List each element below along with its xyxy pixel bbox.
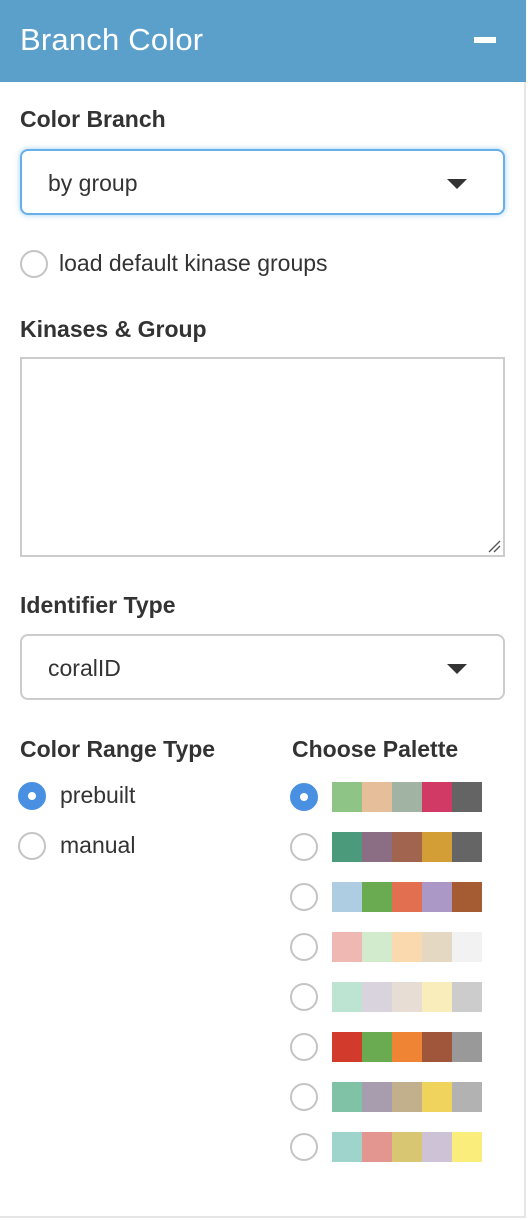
- palette-swatch: [422, 832, 452, 862]
- palette-swatch: [332, 982, 362, 1012]
- palette-swatch: [332, 882, 362, 912]
- palette-swatches-1[interactable]: [332, 782, 482, 812]
- palette-swatch: [392, 1032, 422, 1062]
- resize-grip-icon[interactable]: [487, 539, 501, 553]
- identifier-type-select[interactable]: coralID: [20, 634, 505, 700]
- color-branch-select[interactable]: by group: [20, 149, 505, 215]
- palette-swatch: [362, 982, 392, 1012]
- palette-swatches-7[interactable]: [332, 1082, 482, 1112]
- palette-swatch: [332, 782, 362, 812]
- palette-swatch: [392, 982, 422, 1012]
- palette-swatches-3[interactable]: [332, 882, 482, 912]
- palette-swatch: [362, 832, 392, 862]
- palette-swatch: [452, 932, 482, 962]
- palette-swatches-4[interactable]: [332, 932, 482, 962]
- palette-swatch: [452, 782, 482, 812]
- palette-swatch: [332, 1032, 362, 1062]
- identifier-type-value: coralID: [48, 655, 121, 681]
- palette-swatch: [422, 982, 452, 1012]
- palette-swatch: [332, 832, 362, 862]
- palette-swatch: [362, 882, 392, 912]
- panel-header: Branch Color: [0, 0, 526, 82]
- palette-swatches-6[interactable]: [332, 1032, 482, 1062]
- palette-swatch: [392, 882, 422, 912]
- palette-swatches-5[interactable]: [332, 982, 482, 1012]
- branch-color-panel: Branch Color Color Branch by group load …: [0, 0, 526, 1218]
- palette-swatch: [392, 832, 422, 862]
- palette-swatch: [392, 1132, 422, 1162]
- palette-swatch: [452, 1032, 482, 1062]
- manual-radio[interactable]: [18, 832, 46, 860]
- palette-radio-8[interactable]: [290, 1133, 318, 1161]
- palette-swatch: [362, 1082, 392, 1112]
- palette-swatch: [422, 1132, 452, 1162]
- color-range-type-label: Color Range Type: [20, 736, 216, 762]
- palette-swatch: [332, 932, 362, 962]
- color-branch-value: by group: [48, 170, 138, 196]
- palette-swatches-2[interactable]: [332, 832, 482, 862]
- palette-radio-1[interactable]: [290, 783, 318, 811]
- palette-swatch: [362, 782, 392, 812]
- choose-palette-label: Choose Palette: [292, 736, 459, 762]
- palette-swatch: [392, 932, 422, 962]
- prebuilt-label: prebuilt: [60, 782, 136, 808]
- palette-swatch: [452, 982, 482, 1012]
- minus-icon[interactable]: [474, 37, 496, 43]
- palette-swatches-8[interactable]: [332, 1132, 482, 1162]
- palette-swatch: [332, 1132, 362, 1162]
- prebuilt-radio[interactable]: [18, 782, 46, 810]
- caret-down-icon: [447, 179, 467, 189]
- palette-swatch: [422, 882, 452, 912]
- palette-swatch: [422, 1032, 452, 1062]
- palette-radio-6[interactable]: [290, 1033, 318, 1061]
- palette-swatch: [452, 1082, 482, 1112]
- palette-radio-7[interactable]: [290, 1083, 318, 1111]
- palette-swatch: [392, 782, 422, 812]
- kinases-group-textarea[interactable]: [20, 357, 505, 557]
- palette-swatch: [362, 1132, 392, 1162]
- kinases-group-label: Kinases & Group: [20, 316, 207, 342]
- palette-swatch: [422, 932, 452, 962]
- palette-swatch: [452, 882, 482, 912]
- palette-swatch: [362, 1032, 392, 1062]
- palette-radio-5[interactable]: [290, 983, 318, 1011]
- load-default-radio[interactable]: [20, 250, 48, 278]
- load-default-label: load default kinase groups: [59, 250, 328, 276]
- palette-swatch: [392, 1082, 422, 1112]
- palette-swatch: [422, 1082, 452, 1112]
- color-branch-label: Color Branch: [20, 106, 166, 132]
- identifier-type-label: Identifier Type: [20, 592, 176, 618]
- palette-radio-3[interactable]: [290, 883, 318, 911]
- caret-down-icon: [447, 664, 467, 674]
- palette-swatch: [452, 1132, 482, 1162]
- manual-label: manual: [60, 832, 136, 858]
- palette-swatch: [362, 932, 392, 962]
- palette-swatch: [452, 832, 482, 862]
- palette-radio-2[interactable]: [290, 833, 318, 861]
- palette-swatch: [332, 1082, 362, 1112]
- palette-swatch: [422, 782, 452, 812]
- palette-radio-4[interactable]: [290, 933, 318, 961]
- panel-title: Branch Color: [20, 22, 204, 57]
